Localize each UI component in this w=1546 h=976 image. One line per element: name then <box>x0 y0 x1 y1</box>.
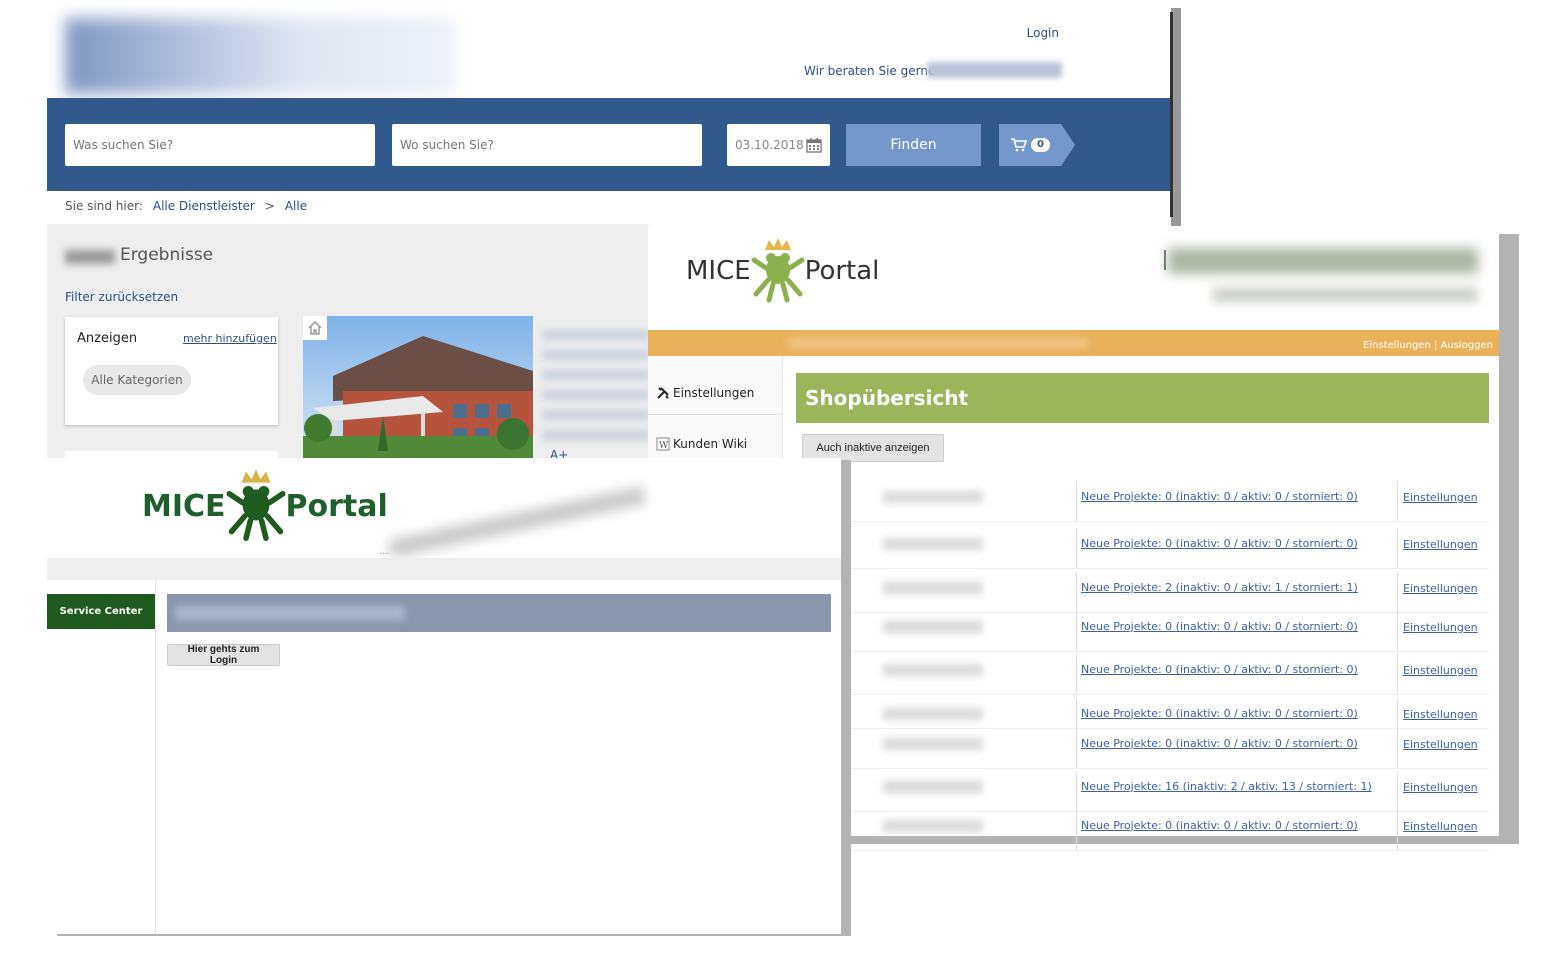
projects-link[interactable]: Neue Projekte: 0 (inaktiv: 0 / aktiv: 0 … <box>1081 819 1358 832</box>
shop-name <box>883 738 983 750</box>
date-field[interactable]: 03.10.2018 <box>727 124 830 166</box>
settings-link[interactable]: Einstellungen <box>1403 708 1478 721</box>
header-separator <box>1164 250 1166 270</box>
projects-link[interactable]: Neue Projekte: 0 (inaktiv: 0 / aktiv: 0 … <box>1081 707 1358 720</box>
cart-icon <box>1011 138 1027 152</box>
consult-phone <box>927 62 1062 78</box>
header-dots: ... <box>379 546 389 557</box>
table-row: Neue Projekte: 0 (inaktiv: 0 / aktiv: 0 … <box>833 528 1489 569</box>
settings-logout-links[interactable]: Einstellungen | Ausloggen <box>1363 340 1493 351</box>
projects-link[interactable]: Neue Projekte: 0 (inaktiv: 0 / aktiv: 0 … <box>1081 620 1358 633</box>
shop-name <box>883 538 983 550</box>
settings-link[interactable]: Einstellungen <box>1403 621 1478 634</box>
cart-count-badge: 0 <box>1031 138 1050 152</box>
calendar-icon <box>806 138 822 153</box>
where-search-input[interactable] <box>392 124 702 166</box>
filter-box: Anzeigen mehr hinzufügen Alle Kategorien <box>65 317 278 425</box>
go-to-login-button[interactable]: Hier gehts zum Login <box>167 644 280 666</box>
sidebar-item-label: Einstellungen <box>673 386 755 400</box>
logo-text-mice: MICE <box>686 256 751 286</box>
settings-link[interactable]: Einstellungen <box>1403 538 1478 551</box>
tools-icon <box>657 387 669 399</box>
table-row: Neue Projekte: 0 (inaktiv: 0 / aktiv: 0 … <box>833 654 1489 695</box>
wiki-icon: W <box>656 437 670 451</box>
settings-link[interactable]: Einstellungen <box>1403 582 1478 595</box>
logo-text-portal: Portal <box>804 256 880 286</box>
shop-name <box>883 582 983 594</box>
top-bar-info <box>788 338 1088 348</box>
projects-link[interactable]: Neue Projekte: 0 (inaktiv: 0 / aktiv: 0 … <box>1081 490 1358 503</box>
logo-text-mice: MICE <box>142 488 226 524</box>
breadcrumb-separator: > <box>264 199 275 213</box>
results-count <box>65 250 115 264</box>
shop-name <box>883 664 983 676</box>
site-logo[interactable] <box>65 18 455 94</box>
projects-link[interactable]: Neue Projekte: 0 (inaktiv: 0 / aktiv: 0 … <box>1081 537 1358 550</box>
table-row: Neue Projekte: 0 (inaktiv: 0 / aktiv: 0 … <box>833 810 1489 851</box>
projects-link[interactable]: Neue Projekte: 2 (inaktiv: 0 / aktiv: 1 … <box>1081 581 1358 594</box>
shop-name <box>883 621 983 633</box>
shop-name <box>883 491 983 503</box>
mice-service-window: MICE Portal ... Service Center Hier geht… <box>47 458 841 934</box>
hotel-photo <box>303 316 533 458</box>
login-link[interactable]: Login <box>1027 26 1059 40</box>
date-value: 03.10.2018 <box>735 138 804 152</box>
what-search-input[interactable] <box>65 124 375 166</box>
settings-link[interactable]: Einstellungen <box>1403 781 1478 794</box>
shop-name <box>883 820 983 832</box>
shop-name <box>883 708 983 720</box>
consult-label: Wir beraten Sie gerne <box>804 64 936 78</box>
frog-crown-icon <box>751 238 805 303</box>
cart-button[interactable]: 0 <box>999 124 1061 166</box>
header-url <box>1168 248 1478 274</box>
top-bar: Einstellungen | Ausloggen <box>648 330 1499 356</box>
top-bar <box>47 558 841 580</box>
reset-filter-link[interactable]: Filter zurücksetzen <box>65 290 178 304</box>
find-button[interactable]: Finden <box>846 124 981 166</box>
table-row: Neue Projekte: 0 (inaktiv: 0 / aktiv: 0 … <box>833 481 1489 522</box>
page-title <box>175 606 405 620</box>
settings-link[interactable]: Einstellungen <box>1403 738 1478 751</box>
settings-link[interactable]: Einstellungen <box>1403 820 1478 833</box>
window-edge <box>1170 12 1173 217</box>
svg-text:W: W <box>659 441 669 451</box>
sidebar-item-settings[interactable]: Einstellungen <box>656 386 754 400</box>
projects-link[interactable]: Neue Projekte: 0 (inaktiv: 0 / aktiv: 0 … <box>1081 663 1358 676</box>
results-label: Ergebnisse <box>120 245 214 265</box>
page-title: Shopübersicht <box>796 373 1489 423</box>
sidebar-item-wiki[interactable]: W Kunden Wiki <box>656 437 747 451</box>
page-title-bar <box>167 594 831 632</box>
hotel-info <box>542 330 650 440</box>
table-row: Neue Projekte: 16 (inaktiv: 2 / aktiv: 1… <box>833 771 1489 812</box>
breadcrumb-prefix: Sie sind hier: <box>65 199 143 213</box>
home-icon[interactable] <box>303 316 327 340</box>
logo-text-portal: Portal <box>285 488 388 524</box>
breadcrumb-all[interactable]: Alle <box>285 199 307 213</box>
service-center-tab[interactable]: Service Center <box>47 594 155 629</box>
breadcrumb: Sie sind hier: Alle Dienstleister > Alle <box>65 199 307 213</box>
hotel-image[interactable] <box>303 316 533 458</box>
table-row: Neue Projekte: 2 (inaktiv: 0 / aktiv: 1 … <box>833 572 1489 613</box>
header-url <box>387 486 647 558</box>
header-contact <box>1213 288 1478 302</box>
cart-arrow <box>1061 124 1075 166</box>
settings-link[interactable]: Einstellungen <box>1403 491 1478 504</box>
table-row: Neue Projekte: 0 (inaktiv: 0 / aktiv: 0 … <box>833 611 1489 652</box>
settings-link[interactable]: Einstellungen <box>1403 664 1478 677</box>
table-row: Neue Projekte: 0 (inaktiv: 0 / aktiv: 0 … <box>833 698 1489 738</box>
breadcrumb-all-providers[interactable]: Alle Dienstleister <box>153 199 255 213</box>
sidebar <box>47 580 156 934</box>
search-bar: 03.10.2018 Finden 0 <box>47 98 1171 191</box>
sidebar-item-label: Kunden Wiki <box>673 437 748 451</box>
table-row: Neue Projekte: 0 (inaktiv: 0 / aktiv: 0 … <box>833 728 1489 769</box>
projects-link[interactable]: Neue Projekte: 16 (inaktiv: 2 / aktiv: 1… <box>1081 780 1372 793</box>
add-more-filter-link[interactable]: mehr hinzufügen <box>183 332 277 345</box>
mice-portal-logo[interactable]: MICE Portal <box>142 466 388 546</box>
frog-crown-icon <box>226 469 285 541</box>
projects-link[interactable]: Neue Projekte: 0 (inaktiv: 0 / aktiv: 0 … <box>1081 737 1358 750</box>
shop-name <box>883 781 983 793</box>
all-categories-chip[interactable]: Alle Kategorien <box>83 365 191 395</box>
mice-portal-logo[interactable]: MICE Portal <box>686 238 879 304</box>
filter-title: Anzeigen <box>77 331 138 346</box>
